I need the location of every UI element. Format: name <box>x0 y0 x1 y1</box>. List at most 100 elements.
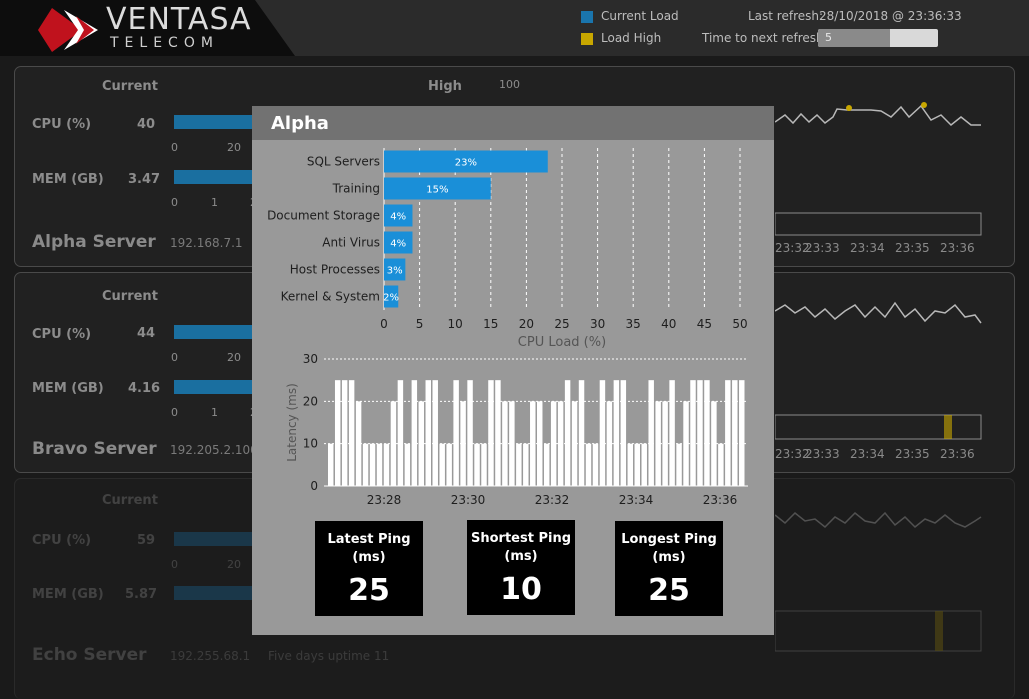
latency-bar <box>425 380 431 486</box>
mem-label: MEM (GB) <box>32 587 104 602</box>
latency-bar <box>341 380 348 486</box>
cpu-current-bar <box>174 325 264 339</box>
bar-value-label: 4% <box>390 239 406 250</box>
x-tick-label: 23:28 <box>367 493 402 507</box>
y-tick-label: 30 <box>303 352 318 366</box>
mem-axis-tick: 0 <box>171 406 178 419</box>
latency-bar <box>369 443 376 486</box>
x-tick-label: 15 <box>483 317 498 331</box>
latency-bar <box>655 401 661 486</box>
latency-bar <box>334 380 341 486</box>
cpu-current-bar <box>174 115 264 129</box>
latest-ping-card: Latest Ping (ms) 25 <box>315 521 423 616</box>
latency-bar <box>418 401 425 486</box>
time-axis-label: 23:36 <box>940 241 975 255</box>
latency-bar <box>523 443 529 486</box>
x-tick-label: 10 <box>448 317 463 331</box>
server-detail-modal[interactable]: Alpha 0 5 10 15 20 25 30 35 40 45 50 SQL Servers 23%… <box>252 106 774 635</box>
category-label: SQL Servers <box>307 155 380 169</box>
brand-name: VENTASA <box>106 2 252 37</box>
bar-value-label: 4% <box>390 212 406 223</box>
x-tick-label: 35 <box>626 317 641 331</box>
load-axis-max: 100 <box>499 78 520 91</box>
latency-bar <box>718 443 724 486</box>
latency-bar <box>641 443 647 486</box>
current-column-header: Current <box>102 493 158 508</box>
time-axis-label: 23:34 <box>850 241 885 255</box>
mem-axis-tick: 1 <box>211 406 218 419</box>
longest-ping-label: Longest Ping (ms) <box>621 532 717 565</box>
app-header: VENTASA TELECOM Current Load Load High L… <box>0 0 1029 56</box>
shortest-ping-card: Shortest Ping (ms) 10 <box>467 520 575 615</box>
latency-bar <box>662 401 668 486</box>
latency-bar <box>460 401 466 486</box>
latency-bar <box>648 380 654 486</box>
x-tick-label: 20 <box>519 317 534 331</box>
latency-bar <box>467 380 473 486</box>
latency-bar <box>390 401 397 486</box>
latency-bar <box>439 443 445 486</box>
latency-bar <box>732 380 738 486</box>
latency-bar <box>404 443 411 486</box>
latency-bar <box>328 443 334 486</box>
shortest-ping-label: Shortest Ping (ms) <box>470 531 571 564</box>
latency-bar <box>543 443 550 486</box>
high-column-header: High <box>428 79 462 94</box>
latency-bar <box>620 380 627 486</box>
latency-bar <box>711 401 717 486</box>
mem-label: MEM (GB) <box>32 172 104 187</box>
category-label: Training <box>332 182 380 196</box>
latency-bar <box>704 380 710 486</box>
cpu-axis-tick: 0 <box>171 141 178 154</box>
category-label: Host Processes <box>290 263 380 277</box>
latency-bar <box>592 443 599 486</box>
cpu-axis-tick: 0 <box>171 351 178 364</box>
mem-axis-tick: 0 <box>171 196 178 209</box>
latency-bar <box>578 380 585 486</box>
time-axis-label: 23:35 <box>895 447 930 461</box>
category-label: Document Storage <box>267 209 380 223</box>
logo-chevron-icon <box>38 8 98 52</box>
latency-bar <box>383 443 390 486</box>
cpu-axis-tick: 20 <box>227 558 241 571</box>
longest-ping-card: Longest Ping (ms) 25 <box>615 521 723 616</box>
latency-bar <box>676 443 682 486</box>
current-load-swatch <box>581 11 593 23</box>
latency-bar <box>376 443 383 486</box>
latency-bar <box>502 401 508 486</box>
x-tick-label: 23:30 <box>451 493 486 507</box>
latency-bar <box>355 401 362 486</box>
latency-bar <box>599 380 606 486</box>
server-name: Alpha Server <box>32 232 156 252</box>
y-tick-label: 10 <box>303 437 318 451</box>
latency-bar <box>453 380 459 486</box>
latency-bar <box>564 380 571 486</box>
x-tick-label: 25 <box>554 317 569 331</box>
load-history-sparkline <box>775 102 982 236</box>
latency-bar <box>411 380 418 486</box>
time-axis-label: 23:33 <box>805 241 840 255</box>
cpu-current-bar <box>174 532 264 546</box>
latency-bar <box>697 380 703 486</box>
current-column-header: Current <box>102 289 158 304</box>
latency-bar <box>432 380 438 486</box>
mem-value: 3.47 <box>128 172 161 187</box>
last-refresh-label: Last refresh: <box>748 9 824 23</box>
server-name: Bravo Server <box>32 439 157 459</box>
load-high-legend-label: Load High <box>601 31 662 45</box>
mem-value: 5.87 <box>125 587 158 602</box>
shortest-ping-value: 10 <box>500 572 542 607</box>
cpu-axis-tick: 20 <box>227 351 241 364</box>
category-label: Kernel & System <box>281 290 380 304</box>
longest-ping-value: 25 <box>648 573 690 608</box>
time-axis-label: 23:34 <box>850 447 885 461</box>
modal-header[interactable]: Alpha <box>252 106 774 140</box>
latency-bar <box>683 401 689 486</box>
time-axis-label: 23:36 <box>940 447 975 461</box>
refresh-countdown-bar: 5 <box>818 29 938 47</box>
x-tick-label: 45 <box>697 317 712 331</box>
latency-bar <box>557 401 564 486</box>
load-history-sparkline <box>775 511 982 652</box>
latency-bar <box>627 443 634 486</box>
x-tick-label: 30 <box>590 317 605 331</box>
